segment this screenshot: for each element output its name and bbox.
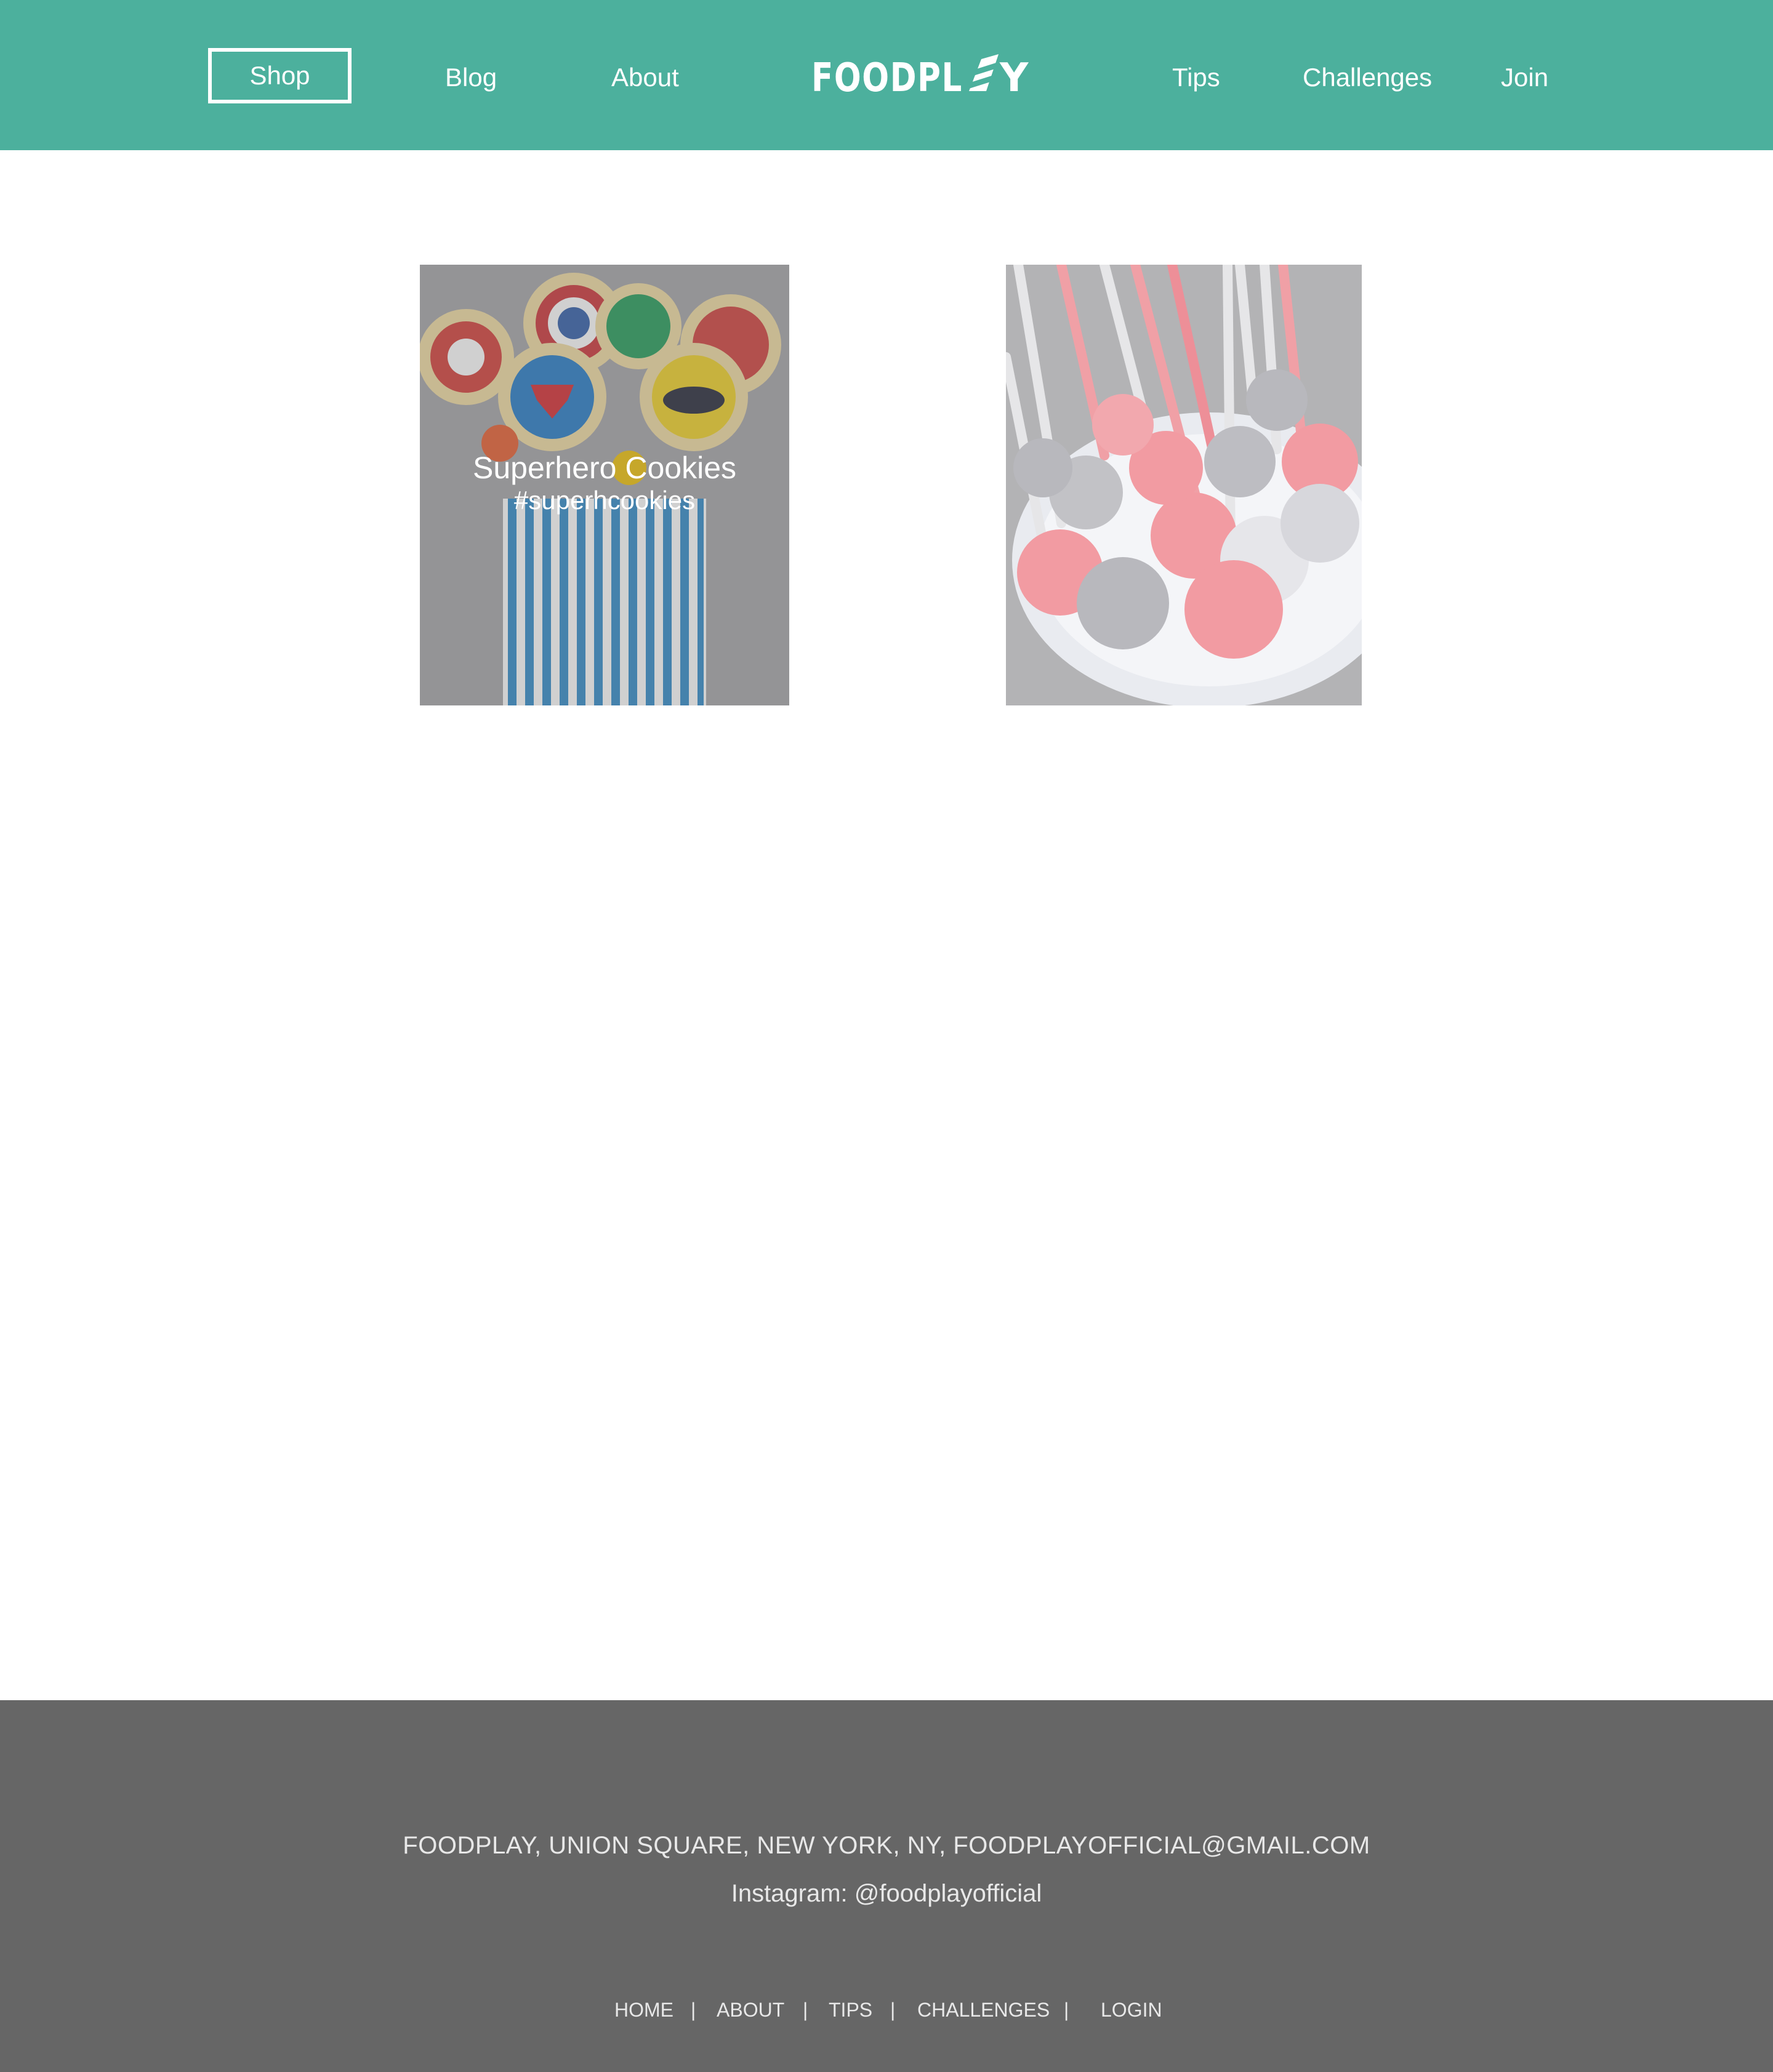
nav-blog-link[interactable]: Blog [445, 59, 497, 96]
footer-link-challenges[interactable]: CHALLENGES [917, 1994, 1050, 2025]
cake-pops-image [1006, 265, 1362, 705]
gallery-item-cake-pops[interactable] [1006, 265, 1362, 705]
gallery-item-superhero-cookies[interactable]: Superhero Cookies #superhcookies [420, 265, 789, 705]
svg-text:Y: Y [999, 55, 1029, 101]
foodplay-logo[interactable]: FOODPL Y [811, 52, 1033, 101]
footer-address: FOODPLAY, UNION SQUARE, NEW YORK, NY, FO… [403, 1832, 1370, 1859]
footer-link-login[interactable]: LOGIN [1101, 1994, 1162, 2025]
footer-separator: | [803, 1999, 808, 2021]
logo-a-mark-icon [969, 54, 999, 91]
nav-about-link[interactable]: About [611, 59, 679, 96]
site-header: Shop Blog About FOODPL Y Tips Challenges… [0, 0, 1773, 150]
gallery-item-title: Superhero Cookies [472, 451, 737, 485]
nav-challenges-link[interactable]: Challenges [1303, 59, 1432, 96]
footer-separator: | [890, 1999, 896, 2021]
nav-shop-button[interactable]: Shop [208, 48, 352, 103]
footer-link-home[interactable]: HOME [614, 1994, 673, 2025]
nav-join-link[interactable]: Join [1501, 59, 1548, 96]
footer-separator: | [691, 1999, 696, 2021]
svg-text:FOODPL: FOODPL [811, 55, 963, 101]
footer-separator: | [1064, 1999, 1069, 2021]
footer-link-about[interactable]: ABOUT [717, 1994, 784, 2025]
footer-instagram[interactable]: Instagram: @foodplayofficial [0, 1875, 1773, 1912]
footer-link-tips[interactable]: TIPS [829, 1994, 872, 2025]
nav-tips-link[interactable]: Tips [1172, 59, 1220, 96]
gallery-item-hashtag: #superhcookies [513, 486, 696, 515]
